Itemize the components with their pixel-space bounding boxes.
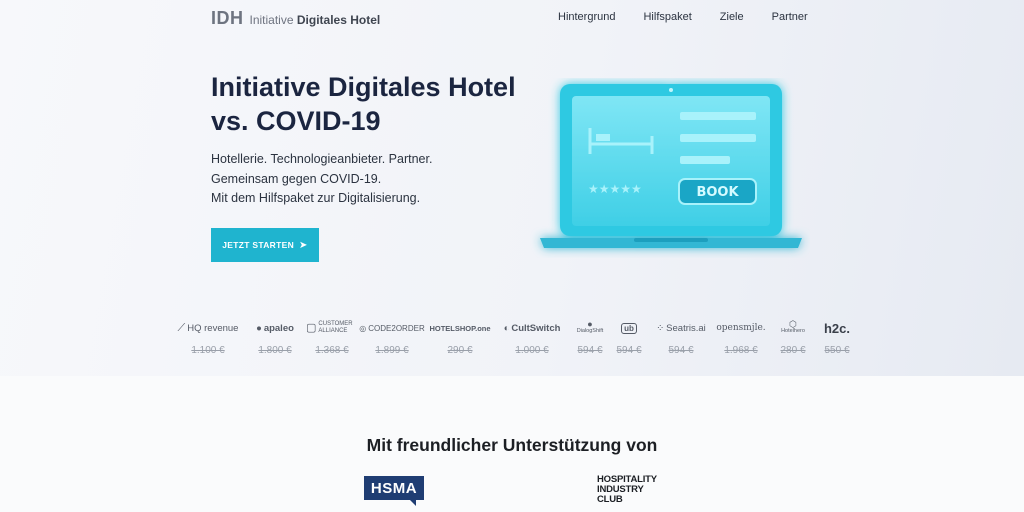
partner-logo: ⬡ Hotelhero <box>781 319 805 335</box>
partner-price: 1.100 € <box>191 345 225 356</box>
partner-dialogshift[interactable]: ● DialogShift 594 € <box>572 316 608 357</box>
rocket-icon: ➤ <box>299 239 308 251</box>
partner-h2c[interactable]: h2c. 550 € <box>818 316 856 357</box>
cultswitch-icon: ◐ <box>503 322 510 334</box>
customer-alliance-icon: ▢ <box>306 321 317 334</box>
partner-ub[interactable]: ub 594 € <box>614 316 644 356</box>
partner-logo: ◐ CultSwitch <box>503 322 561 334</box>
main-nav: Hintergrund Hilfspaket Ziele Partner <box>558 11 808 23</box>
partner-logo: ⁘ Seatris.ai <box>656 322 706 334</box>
partner-price: 594 € <box>577 345 603 356</box>
partner-price: 290 € <box>447 345 473 356</box>
partner-customer-alliance[interactable]: ▢ CUSTOMER ALLIANCE 1.368 € <box>306 316 358 356</box>
laptop-camera <box>669 88 673 92</box>
seatris-icon: ⁘ <box>656 322 665 334</box>
partner-price: 594 € <box>616 345 642 356</box>
partner-hotelhero[interactable]: ⬡ Hotelhero 280 € <box>774 316 812 357</box>
site-logo[interactable]: IDH Initiative Digitales Hotel <box>211 8 380 29</box>
start-button-label: JETZT STARTEN <box>222 240 295 250</box>
hero-subtitle-line: Hotellerie. Technologieanbieter. Partner… <box>211 152 433 166</box>
partner-price: 1.968 € <box>724 345 758 356</box>
partner-price: 1.368 € <box>315 345 349 356</box>
partner-logo: ub <box>614 316 644 340</box>
partner-price: 280 € <box>780 345 806 356</box>
logo-text: Initiative Digitales Hotel <box>250 13 381 27</box>
logo-prefix: Initiative <box>249 13 294 27</box>
hero-title: Initiative Digitales Hotel vs. COVID-19 <box>211 72 516 136</box>
hero-subtitle-line: Gemeinsam gegen COVID-19. <box>211 171 382 186</box>
nav-link-hintergrund[interactable]: Hintergrund <box>558 11 615 23</box>
laptop-hinge <box>634 238 708 242</box>
book-button-graphic: BOOK <box>678 178 757 205</box>
dialogshift-icon: ● <box>587 319 593 329</box>
start-button[interactable]: JETZT STARTEN ➤ <box>211 228 319 262</box>
partner-cultswitch[interactable]: ◐ CultSwitch 1.000 € <box>500 316 564 357</box>
code2order-icon: ◎ <box>359 323 367 333</box>
book-label: BOOK <box>696 185 739 200</box>
sponsor-hsma-logo[interactable]: HSMA <box>364 476 424 506</box>
apaleo-icon: ● <box>256 322 262 334</box>
sponsor-hospitality-industry-club-logo[interactable]: HOSPITALITY INDUSTRY CLUB <box>597 475 657 505</box>
partner-logo: ● DialogShift <box>576 319 604 335</box>
partner-opensmile[interactable]: opensmjle. 1.968 € <box>714 316 768 356</box>
nav-link-ziele[interactable]: Ziele <box>720 11 744 23</box>
partner-list: ⟋ HQ revenue 1.100 € ● apaleo 1.800 € ▢ CUS… <box>170 316 860 360</box>
partner-logo: ◎ CODE2ORDER <box>359 323 425 333</box>
support-title: Mit freundlicher Unterstützung von <box>366 435 658 455</box>
partner-price: 550 € <box>824 345 850 356</box>
hero-subtitle: Hotellerie. Technologieanbieter. Partner… <box>211 150 432 209</box>
partner-logo: ▢ CUSTOMER ALLIANCE <box>306 321 353 334</box>
partner-apaleo[interactable]: ● apaleo 1.800 € <box>248 316 302 357</box>
partner-logo: ● apaleo <box>256 322 294 334</box>
partner-code2order[interactable]: ◎ CODE2ORDER 1.899 € <box>359 316 425 357</box>
logo-suffix: Digitales Hotel <box>296 13 381 27</box>
trend-icon: ⟋ <box>177 321 186 334</box>
rating-stars: ★★★★★ <box>588 182 642 196</box>
hero-subtitle-line: Mit dem Hilfspaket zur Digitalisierung. <box>211 191 421 205</box>
laptop-illustration: ★★★★★ BOOK <box>540 84 802 248</box>
nav-link-partner[interactable]: Partner <box>772 11 808 23</box>
partner-price: 594 € <box>668 345 694 356</box>
partner-hqrevenue[interactable]: ⟋ HQ revenue 1.100 € <box>170 316 246 357</box>
svg-text:★★★★★: ★★★★★ <box>588 182 642 196</box>
logo-mark: IDH <box>211 8 244 28</box>
partner-logo: ⟋ HQ revenue <box>177 321 239 334</box>
nav-link-hilfspaket[interactable]: Hilfspaket <box>643 11 691 23</box>
partner-seatris[interactable]: ⁘ Seatris.ai 594 € <box>654 316 708 357</box>
partner-logo: h2c. <box>823 320 850 336</box>
partner-price: 1.899 € <box>375 345 409 356</box>
partner-logo: opensmjle. <box>716 323 766 333</box>
partner-logo: HOTELSHOP.one <box>429 323 491 333</box>
partner-price: 1.800 € <box>258 345 292 356</box>
partner-hotelshop[interactable]: HOTELSHOP.one 290 € <box>428 316 492 357</box>
partner-price: 1.000 € <box>515 345 549 356</box>
hotelhero-icon: ⬡ <box>789 319 797 329</box>
